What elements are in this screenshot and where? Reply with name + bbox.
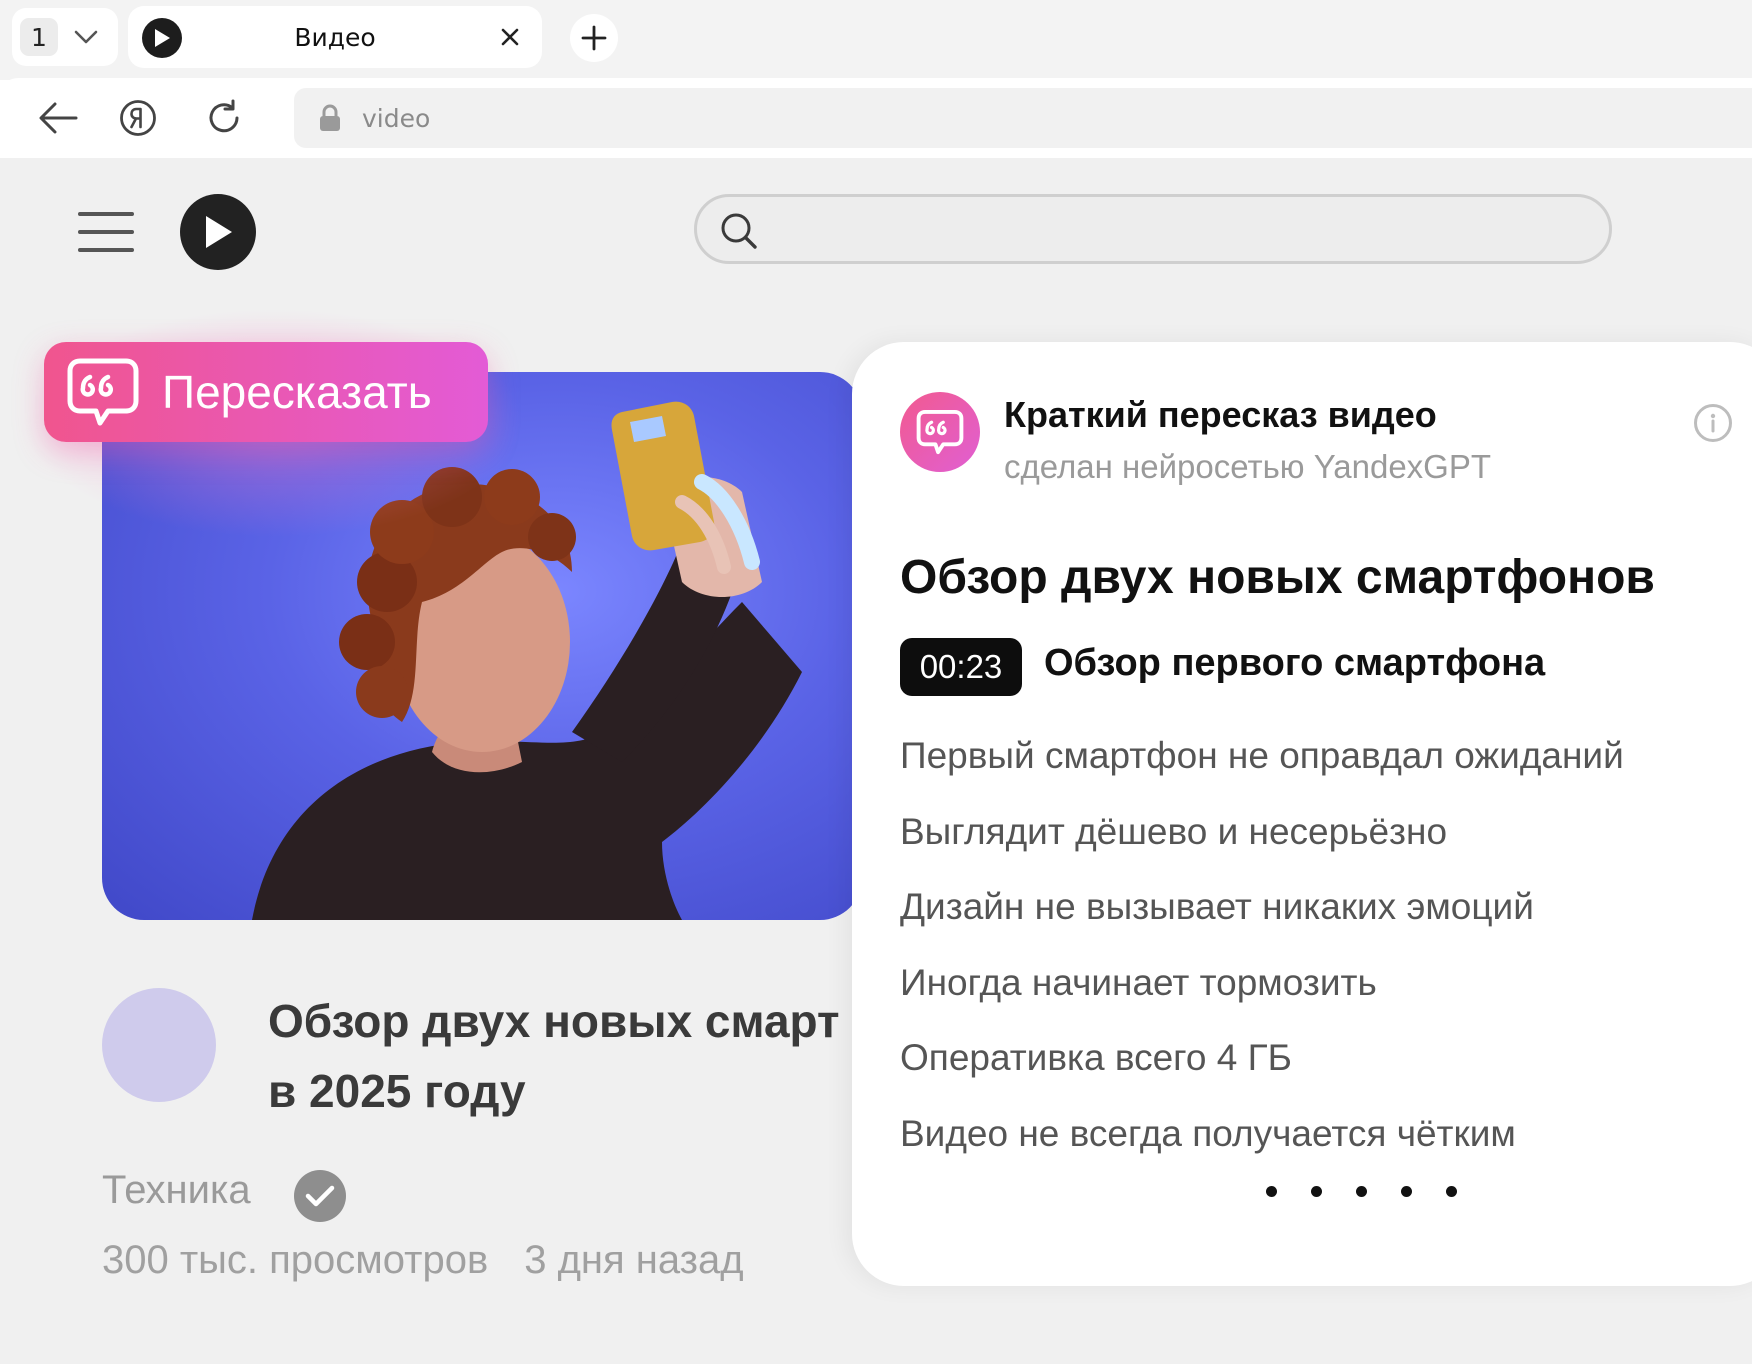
chevron-down-icon <box>74 30 98 44</box>
tab-strip: 1 Видео <box>0 0 1752 80</box>
tab-counter-button[interactable]: 1 <box>12 8 118 66</box>
summary-points: Первый смартфон не оправдал ожиданий Выг… <box>900 718 1624 1171</box>
video-title-line-1: Обзор двух новых смарт <box>268 995 840 1047</box>
video-title-line-2: в 2025 году <box>268 1065 526 1117</box>
reload-button[interactable] <box>200 94 248 142</box>
address-bar[interactable]: video <box>294 88 1752 148</box>
view-count: 300 тыс. просмотров <box>102 1238 489 1282</box>
summary-point: Выглядит дёшево и несерьёзно <box>900 810 1448 852</box>
summary-point: Иногда начинает тормозить <box>900 961 1377 1003</box>
video-meta: 300 тыс. просмотров 3 дня назад <box>102 1238 744 1283</box>
hamburger-icon[interactable] <box>78 212 134 252</box>
channel-name[interactable]: Техника <box>102 1168 251 1213</box>
back-button[interactable] <box>34 94 82 142</box>
tab-video[interactable]: Видео <box>128 6 542 68</box>
arrow-left-icon <box>39 102 78 134</box>
loading-dots <box>1266 1186 1457 1197</box>
page-content: Пересказать Обзор двух новых смарт в 202… <box>0 158 1752 1364</box>
summary-point: Видео не всегда получается чётким <box>900 1112 1516 1154</box>
tab-count: 1 <box>20 18 58 56</box>
play-icon <box>142 18 182 58</box>
retell-label: Пересказать <box>162 366 432 418</box>
summary-subheading: сделан нейросетью YandexGPT <box>1004 448 1492 485</box>
reload-icon <box>209 99 239 133</box>
summary-video-title: Обзор двух новых смартфонов <box>900 551 1655 604</box>
plus-icon <box>581 25 607 51</box>
info-icon[interactable] <box>1694 404 1732 442</box>
quote-bubble-icon <box>900 392 980 472</box>
tab-title: Видео <box>294 23 376 52</box>
video-title[interactable]: Обзор двух новых смарт в 2025 году <box>268 986 868 1126</box>
lock-icon <box>320 104 340 131</box>
chapter-timecode[interactable]: 00:23 <box>900 638 1022 696</box>
browser-window: 1 Видео video Пересказать Обзор двух нов… <box>0 0 1752 1364</box>
summary-panel: Краткий пересказ видео сделан нейросетью… <box>852 342 1752 1286</box>
close-icon[interactable] <box>492 19 528 55</box>
quote-bubble-icon <box>66 355 140 429</box>
avatar[interactable] <box>102 988 216 1102</box>
summary-heading: Краткий пересказ видео <box>1004 394 1437 435</box>
publish-date: 3 дня назад <box>524 1238 744 1282</box>
search-icon <box>721 213 757 249</box>
yandex-icon <box>120 100 156 136</box>
new-tab-button[interactable] <box>570 14 618 62</box>
search-input[interactable] <box>694 194 1612 264</box>
summary-point: Оперативка всего 4 ГБ <box>900 1037 1292 1078</box>
summary-point: Дизайн не вызывает никаких эмоций <box>900 886 1534 927</box>
summary-point: Первый смартфон не оправдал ожиданий <box>900 735 1624 776</box>
play-icon[interactable] <box>180 194 256 270</box>
chapter-title: Обзор первого смартфона <box>1044 642 1546 684</box>
check-icon <box>294 1170 346 1222</box>
address-text: video <box>362 104 431 133</box>
retell-button[interactable]: Пересказать <box>44 342 488 442</box>
browser-toolbar: video <box>0 78 1752 158</box>
yandex-button[interactable] <box>114 94 162 142</box>
